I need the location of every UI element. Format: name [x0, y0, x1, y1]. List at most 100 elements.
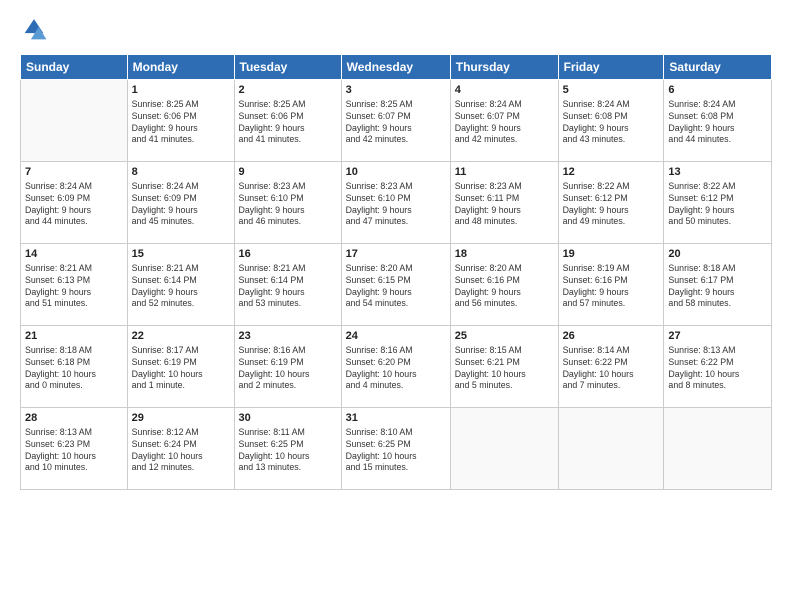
- calendar-cell: 18Sunrise: 8:20 AM Sunset: 6:16 PM Dayli…: [450, 244, 558, 326]
- calendar-cell: [21, 80, 128, 162]
- weekday-header-thursday: Thursday: [450, 55, 558, 80]
- calendar-cell: 24Sunrise: 8:16 AM Sunset: 6:20 PM Dayli…: [341, 326, 450, 408]
- day-info: Sunrise: 8:14 AM Sunset: 6:22 PM Dayligh…: [563, 345, 660, 393]
- calendar-cell: 23Sunrise: 8:16 AM Sunset: 6:19 PM Dayli…: [234, 326, 341, 408]
- weekday-header-tuesday: Tuesday: [234, 55, 341, 80]
- calendar-week-4: 21Sunrise: 8:18 AM Sunset: 6:18 PM Dayli…: [21, 326, 772, 408]
- day-info: Sunrise: 8:22 AM Sunset: 6:12 PM Dayligh…: [668, 181, 767, 229]
- calendar-cell: 13Sunrise: 8:22 AM Sunset: 6:12 PM Dayli…: [664, 162, 772, 244]
- weekday-header-monday: Monday: [127, 55, 234, 80]
- day-info: Sunrise: 8:23 AM Sunset: 6:11 PM Dayligh…: [455, 181, 554, 229]
- calendar: SundayMondayTuesdayWednesdayThursdayFrid…: [20, 54, 772, 490]
- day-number: 20: [668, 247, 767, 262]
- day-info: Sunrise: 8:24 AM Sunset: 6:09 PM Dayligh…: [132, 181, 230, 229]
- day-number: 31: [346, 411, 446, 426]
- day-number: 18: [455, 247, 554, 262]
- weekday-header-wednesday: Wednesday: [341, 55, 450, 80]
- calendar-cell: 11Sunrise: 8:23 AM Sunset: 6:11 PM Dayli…: [450, 162, 558, 244]
- calendar-cell: 14Sunrise: 8:21 AM Sunset: 6:13 PM Dayli…: [21, 244, 128, 326]
- day-number: 5: [563, 83, 660, 98]
- weekday-header-sunday: Sunday: [21, 55, 128, 80]
- calendar-cell: 5Sunrise: 8:24 AM Sunset: 6:08 PM Daylig…: [558, 80, 664, 162]
- day-number: 22: [132, 329, 230, 344]
- calendar-cell: 12Sunrise: 8:22 AM Sunset: 6:12 PM Dayli…: [558, 162, 664, 244]
- calendar-cell: 3Sunrise: 8:25 AM Sunset: 6:07 PM Daylig…: [341, 80, 450, 162]
- calendar-cell: [664, 408, 772, 490]
- day-number: 11: [455, 165, 554, 180]
- day-info: Sunrise: 8:22 AM Sunset: 6:12 PM Dayligh…: [563, 181, 660, 229]
- calendar-cell: 27Sunrise: 8:13 AM Sunset: 6:22 PM Dayli…: [664, 326, 772, 408]
- calendar-cell: 22Sunrise: 8:17 AM Sunset: 6:19 PM Dayli…: [127, 326, 234, 408]
- calendar-cell: 19Sunrise: 8:19 AM Sunset: 6:16 PM Dayli…: [558, 244, 664, 326]
- day-info: Sunrise: 8:25 AM Sunset: 6:06 PM Dayligh…: [132, 99, 230, 147]
- calendar-week-5: 28Sunrise: 8:13 AM Sunset: 6:23 PM Dayli…: [21, 408, 772, 490]
- day-number: 16: [239, 247, 337, 262]
- day-info: Sunrise: 8:16 AM Sunset: 6:19 PM Dayligh…: [239, 345, 337, 393]
- calendar-cell: 4Sunrise: 8:24 AM Sunset: 6:07 PM Daylig…: [450, 80, 558, 162]
- calendar-cell: [558, 408, 664, 490]
- day-info: Sunrise: 8:10 AM Sunset: 6:25 PM Dayligh…: [346, 427, 446, 475]
- day-number: 15: [132, 247, 230, 262]
- day-number: 10: [346, 165, 446, 180]
- day-number: 6: [668, 83, 767, 98]
- day-info: Sunrise: 8:17 AM Sunset: 6:19 PM Dayligh…: [132, 345, 230, 393]
- day-number: 13: [668, 165, 767, 180]
- day-info: Sunrise: 8:25 AM Sunset: 6:06 PM Dayligh…: [239, 99, 337, 147]
- day-number: 9: [239, 165, 337, 180]
- day-number: 21: [25, 329, 123, 344]
- logo: [20, 16, 52, 44]
- day-info: Sunrise: 8:13 AM Sunset: 6:22 PM Dayligh…: [668, 345, 767, 393]
- day-info: Sunrise: 8:23 AM Sunset: 6:10 PM Dayligh…: [239, 181, 337, 229]
- day-info: Sunrise: 8:21 AM Sunset: 6:14 PM Dayligh…: [239, 263, 337, 311]
- day-info: Sunrise: 8:15 AM Sunset: 6:21 PM Dayligh…: [455, 345, 554, 393]
- day-info: Sunrise: 8:18 AM Sunset: 6:17 PM Dayligh…: [668, 263, 767, 311]
- day-number: 27: [668, 329, 767, 344]
- day-info: Sunrise: 8:24 AM Sunset: 6:09 PM Dayligh…: [25, 181, 123, 229]
- day-number: 17: [346, 247, 446, 262]
- day-number: 14: [25, 247, 123, 262]
- day-info: Sunrise: 8:18 AM Sunset: 6:18 PM Dayligh…: [25, 345, 123, 393]
- calendar-cell: 30Sunrise: 8:11 AM Sunset: 6:25 PM Dayli…: [234, 408, 341, 490]
- day-info: Sunrise: 8:19 AM Sunset: 6:16 PM Dayligh…: [563, 263, 660, 311]
- day-info: Sunrise: 8:23 AM Sunset: 6:10 PM Dayligh…: [346, 181, 446, 229]
- day-number: 23: [239, 329, 337, 344]
- day-info: Sunrise: 8:13 AM Sunset: 6:23 PM Dayligh…: [25, 427, 123, 475]
- day-info: Sunrise: 8:11 AM Sunset: 6:25 PM Dayligh…: [239, 427, 337, 475]
- day-number: 3: [346, 83, 446, 98]
- day-info: Sunrise: 8:24 AM Sunset: 6:08 PM Dayligh…: [668, 99, 767, 147]
- day-number: 25: [455, 329, 554, 344]
- calendar-cell: 8Sunrise: 8:24 AM Sunset: 6:09 PM Daylig…: [127, 162, 234, 244]
- calendar-cell: 31Sunrise: 8:10 AM Sunset: 6:25 PM Dayli…: [341, 408, 450, 490]
- day-number: 4: [455, 83, 554, 98]
- day-info: Sunrise: 8:25 AM Sunset: 6:07 PM Dayligh…: [346, 99, 446, 147]
- logo-icon: [20, 16, 48, 44]
- calendar-cell: 26Sunrise: 8:14 AM Sunset: 6:22 PM Dayli…: [558, 326, 664, 408]
- day-number: 29: [132, 411, 230, 426]
- calendar-cell: 15Sunrise: 8:21 AM Sunset: 6:14 PM Dayli…: [127, 244, 234, 326]
- day-info: Sunrise: 8:16 AM Sunset: 6:20 PM Dayligh…: [346, 345, 446, 393]
- header: [20, 16, 772, 44]
- day-info: Sunrise: 8:12 AM Sunset: 6:24 PM Dayligh…: [132, 427, 230, 475]
- calendar-cell: 20Sunrise: 8:18 AM Sunset: 6:17 PM Dayli…: [664, 244, 772, 326]
- day-number: 2: [239, 83, 337, 98]
- day-info: Sunrise: 8:24 AM Sunset: 6:08 PM Dayligh…: [563, 99, 660, 147]
- calendar-header-row: SundayMondayTuesdayWednesdayThursdayFrid…: [21, 55, 772, 80]
- weekday-header-saturday: Saturday: [664, 55, 772, 80]
- day-number: 1: [132, 83, 230, 98]
- calendar-week-3: 14Sunrise: 8:21 AM Sunset: 6:13 PM Dayli…: [21, 244, 772, 326]
- day-info: Sunrise: 8:20 AM Sunset: 6:15 PM Dayligh…: [346, 263, 446, 311]
- day-number: 28: [25, 411, 123, 426]
- calendar-cell: 1Sunrise: 8:25 AM Sunset: 6:06 PM Daylig…: [127, 80, 234, 162]
- calendar-cell: 2Sunrise: 8:25 AM Sunset: 6:06 PM Daylig…: [234, 80, 341, 162]
- calendar-cell: 10Sunrise: 8:23 AM Sunset: 6:10 PM Dayli…: [341, 162, 450, 244]
- calendar-cell: 25Sunrise: 8:15 AM Sunset: 6:21 PM Dayli…: [450, 326, 558, 408]
- day-number: 26: [563, 329, 660, 344]
- calendar-cell: [450, 408, 558, 490]
- calendar-cell: 21Sunrise: 8:18 AM Sunset: 6:18 PM Dayli…: [21, 326, 128, 408]
- calendar-cell: 28Sunrise: 8:13 AM Sunset: 6:23 PM Dayli…: [21, 408, 128, 490]
- calendar-week-1: 1Sunrise: 8:25 AM Sunset: 6:06 PM Daylig…: [21, 80, 772, 162]
- day-info: Sunrise: 8:24 AM Sunset: 6:07 PM Dayligh…: [455, 99, 554, 147]
- day-number: 8: [132, 165, 230, 180]
- calendar-cell: 16Sunrise: 8:21 AM Sunset: 6:14 PM Dayli…: [234, 244, 341, 326]
- calendar-cell: 17Sunrise: 8:20 AM Sunset: 6:15 PM Dayli…: [341, 244, 450, 326]
